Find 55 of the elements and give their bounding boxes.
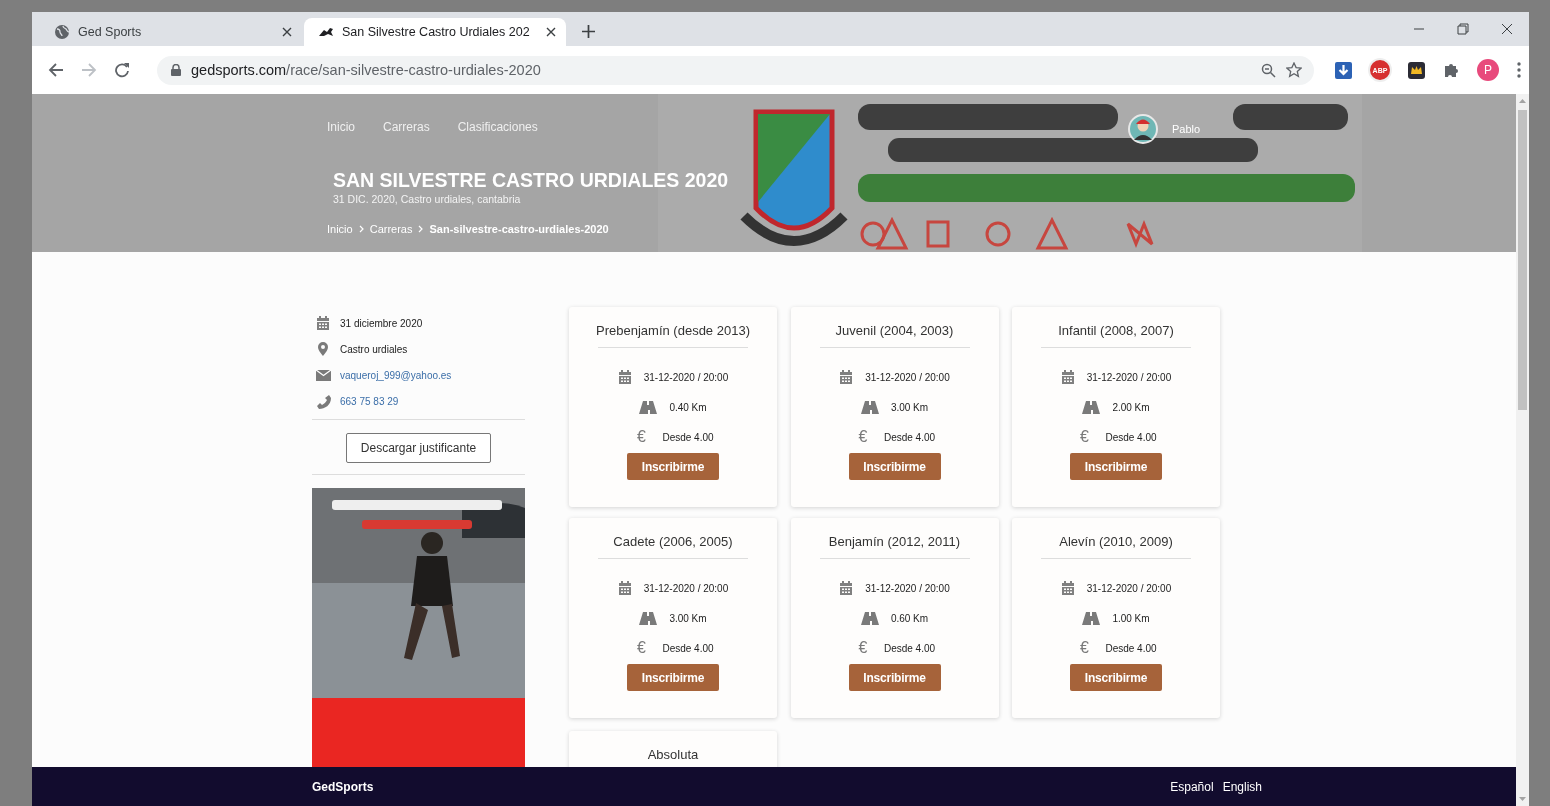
euro-icon: € — [853, 428, 872, 446]
start-time: 31-12-2020 / 20:00 — [1086, 582, 1172, 594]
category-title: Absoluta — [647, 746, 699, 764]
price-text: Desde 4.00 — [1105, 431, 1157, 443]
start-time: 31-12-2020 / 20:00 — [643, 371, 729, 383]
euro-icon: € — [1075, 639, 1094, 657]
euro-icon: € — [853, 639, 872, 657]
euro-icon: € — [632, 428, 651, 446]
phone-link[interactable]: 663 75 83 29 — [340, 395, 399, 407]
register-button[interactable]: Inscribirme — [1070, 664, 1162, 691]
price-text: Desde 4.00 — [662, 431, 714, 443]
footer-brand: GedSports — [312, 779, 374, 794]
profile-avatar[interactable]: P — [1477, 59, 1499, 81]
browser-tab[interactable]: San Silvestre Castro Urdiales 202 — [304, 18, 566, 46]
email-link[interactable]: vaqueroj_999@yahoo.es — [340, 369, 452, 381]
start-time: 31-12-2020 / 20:00 — [865, 371, 950, 383]
distance-text: 0.60 Km — [890, 612, 929, 624]
race-subtitle: 31 DIC. 2020, Castro urdiales, cantabria — [333, 193, 522, 206]
address-text[interactable]: gedsports.com/race/san-silvestre-castro-urdiales-2020 — [191, 62, 1251, 78]
category-title: Prebenjamín (desde 2013) — [596, 322, 750, 340]
download-button[interactable]: Descargar justificante — [346, 433, 491, 463]
breadcrumb-link[interactable]: San-silvestre-castro-urdiales-2020 — [429, 223, 609, 235]
register-button[interactable]: Inscribirme — [627, 453, 719, 480]
category-title: Cadete (2006, 2005) — [613, 533, 733, 551]
distance-text: 1.00 Km — [1112, 612, 1150, 624]
price-text: Desde 4.00 — [1105, 642, 1157, 654]
category-title: Juvenil (2004, 2003) — [835, 322, 954, 340]
distance-text: 0.40 Km — [669, 401, 707, 413]
page-title: SAN SILVESTRE CASTRO URDIALES 2020 — [333, 168, 730, 192]
address-bar[interactable]: gedsports.com/race/san-silvestre-castro-urdiales-2020 — [157, 55, 1314, 85]
register-button[interactable]: Inscribirme — [627, 664, 719, 691]
event-date: 31 diciembre 2020 — [340, 317, 423, 329]
register-button[interactable]: Inscribirme — [848, 664, 941, 691]
register-button[interactable]: Inscribirme — [1070, 453, 1162, 480]
language-link[interactable]: English — [1222, 779, 1262, 794]
breadcrumb-link[interactable]: Carreras — [369, 223, 413, 235]
price-text: Desde 4.00 — [883, 642, 936, 654]
start-time: 31-12-2020 / 20:00 — [643, 582, 729, 594]
language-link[interactable]: Español — [1170, 779, 1214, 794]
distance-text: 3.00 Km — [890, 401, 929, 413]
category-title: Infantil (2008, 2007) — [1058, 322, 1174, 340]
category-title: Benjamín (2012, 2011) — [828, 533, 961, 551]
start-time: 31-12-2020 / 20:00 — [1086, 371, 1172, 383]
distance-text: 2.00 Km — [1112, 401, 1150, 413]
event-place: Castro urdiales — [340, 343, 408, 355]
price-text: Desde 4.00 — [662, 642, 714, 654]
breadcrumb-link[interactable]: Inicio — [327, 223, 353, 235]
category-title: Alevín (2010, 2009) — [1059, 533, 1173, 551]
register-button[interactable]: Inscribirme — [848, 453, 941, 480]
start-time: 31-12-2020 / 20:00 — [865, 582, 950, 594]
browser-tab[interactable]: Ged Sports — [40, 18, 302, 46]
euro-icon: € — [1075, 428, 1094, 446]
euro-icon: € — [632, 639, 651, 657]
distance-text: 3.00 Km — [669, 612, 707, 624]
price-text: Desde 4.00 — [883, 431, 936, 443]
